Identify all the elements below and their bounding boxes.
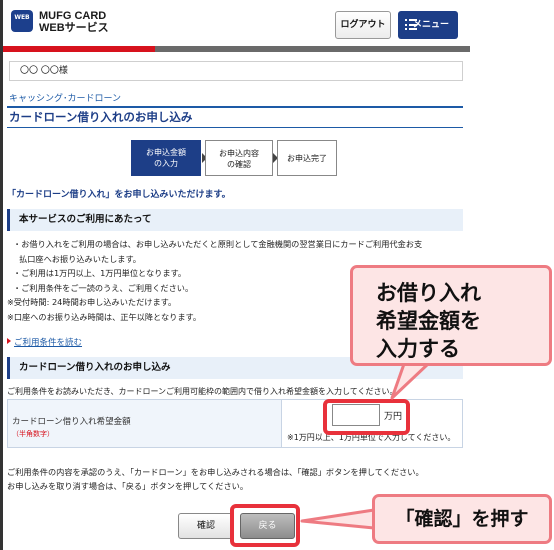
callout-line: 希望金額を <box>376 309 481 333</box>
callout-enter-amount: お借り入れ 希望金額を 入力する <box>350 265 552 366</box>
callout-line: お借り入れ <box>376 281 481 305</box>
callout-press-confirm: 「確認」を押す <box>372 494 552 544</box>
callout-line: 入力する <box>376 337 460 361</box>
